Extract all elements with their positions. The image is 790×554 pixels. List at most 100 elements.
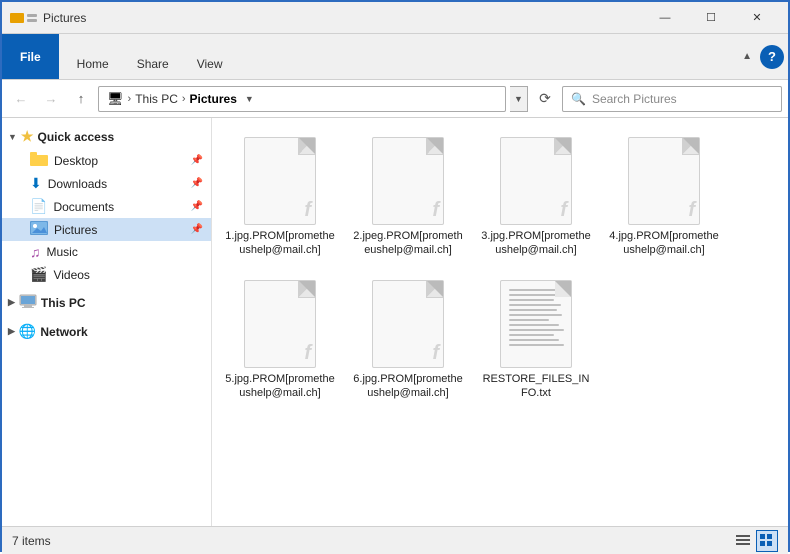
sidebar-item-videos[interactable]: 🎬 Videos [2,263,211,286]
file-icon-wrapper: f [372,137,444,225]
file-name: 3.jpg.PROM[prometheushelp@mail.ch] [481,229,591,258]
sidebar-item-desktop[interactable]: Desktop 📌 [2,149,211,172]
address-path[interactable]: 🖥 › This PC › Pictures ▼ [98,86,506,112]
file-list: f 1.jpg.PROM[prometheushelp@mail.ch] f 2… [212,118,788,526]
videos-icon: 🎬 [30,266,47,283]
doc-file-icon: f [372,280,444,368]
item-count: 7 items [12,534,51,548]
search-box[interactable]: 🔍 Search Pictures [562,86,782,112]
search-placeholder: Search Pictures [592,92,677,106]
doc-file-icon: f [500,137,572,225]
watermark: f [432,199,439,222]
sidebar-item-label: Desktop [54,154,98,168]
expand-icon: ▶ [8,297,15,308]
file-icon-wrapper: f [372,280,444,368]
refresh-button[interactable]: ⟳ [532,86,558,112]
folder-icon [30,152,48,169]
maximize-button[interactable]: ☐ [688,2,734,34]
file-icon-wrapper: f [244,137,316,225]
path-crumb-pictures[interactable]: Pictures [190,92,237,106]
help-button[interactable]: ? [760,45,784,69]
ribbon-tabs: Home Share View [59,34,241,79]
file-name: 1.jpg.PROM[prometheushelp@mail.ch] [225,229,335,258]
file-item[interactable]: f 2.jpeg.PROM[prometheushelp@mail.ch] [348,130,468,265]
title-bar: Pictures — ☐ ✕ [2,2,788,34]
view-mode-buttons [732,530,778,552]
minimize-button[interactable]: — [642,2,688,34]
watermark: f [560,199,567,222]
doc-file-icon: f [244,280,316,368]
pin-icon: 📌 [191,178,203,189]
path-crumb-thispc[interactable]: This PC [135,92,178,106]
file-name: 6.jpg.PROM[prometheushelp@mail.ch] [353,372,463,401]
sidebar-section-quickaccess[interactable]: ▼ ★ Quick access [2,124,211,149]
thispc-icon [19,294,37,311]
up-button[interactable]: ↑ [68,86,94,112]
address-dropdown-button[interactable]: ▼ [510,86,528,112]
window-icon [10,13,37,23]
sidebar-item-music[interactable]: ♫ Music [2,241,211,263]
file-item[interactable]: RESTORE_FILES_INFO.txt [476,273,596,408]
sidebar: ▼ ★ Quick access Desktop 📌 ⬇ Downloads 📌… [2,118,212,526]
tab-view[interactable]: View [183,51,237,79]
watermark: f [304,342,311,365]
ribbon-collapse-icon[interactable]: ▲ [738,47,756,66]
doc-file-icon: f [372,137,444,225]
file-item[interactable]: f 4.jpg.PROM[prometheushelp@mail.ch] [604,130,724,265]
file-name: 5.jpg.PROM[prometheushelp@mail.ch] [225,372,335,401]
txt-file-icon [500,280,572,368]
file-icon-wrapper: f [244,280,316,368]
large-icon-view-button[interactable] [756,530,778,552]
file-item[interactable]: f 6.jpg.PROM[prometheushelp@mail.ch] [348,273,468,408]
documents-icon: 📄 [30,198,47,215]
music-icon: ♫ [30,244,41,260]
close-button[interactable]: ✕ [734,2,780,34]
sidebar-item-label: Videos [53,268,89,282]
watermark: f [688,199,695,222]
watermark: f [304,199,311,222]
file-name: RESTORE_FILES_INFO.txt [481,372,591,401]
network-icon: 🌐 [19,323,36,340]
ribbon: File Home Share View ▲ ? [2,34,788,80]
pictures-icon [30,221,48,238]
quickaccess-label: Quick access [37,130,114,144]
path-dropdown-icon: ▼ [245,94,254,104]
sidebar-item-documents[interactable]: 📄 Documents 📌 [2,195,211,218]
sidebar-item-pictures[interactable]: Pictures 📌 [2,218,211,241]
downloads-icon: ⬇ [30,175,42,192]
file-menu-button[interactable]: File [2,34,59,79]
sidebar-section-network[interactable]: ▶ 🌐 Network [2,319,211,344]
main-area: ▼ ★ Quick access Desktop 📌 ⬇ Downloads 📌… [2,118,788,526]
file-name: 4.jpg.PROM[prometheushelp@mail.ch] [609,229,719,258]
window-controls: — ☐ ✕ [642,2,780,34]
watermark: f [432,342,439,365]
file-name: 2.jpeg.PROM[prometheushelp@mail.ch] [353,229,463,258]
file-item[interactable]: f 1.jpg.PROM[prometheushelp@mail.ch] [220,130,340,265]
ribbon-right: ▲ ? [738,34,788,79]
file-item[interactable]: f 5.jpg.PROM[prometheushelp@mail.ch] [220,273,340,408]
thispc-label: This PC [41,296,86,310]
expand-icon: ▼ [8,132,17,142]
pin-icon: 📌 [191,155,203,166]
back-button[interactable]: ← [8,86,34,112]
file-icon-wrapper: f [500,137,572,225]
tab-share[interactable]: Share [123,51,183,79]
forward-button[interactable]: → [38,86,64,112]
sidebar-section-thispc[interactable]: ▶ This PC [2,290,211,315]
address-bar: ← → ↑ 🖥 › This PC › Pictures ▼ ▼ ⟳ 🔍 Sea… [2,80,788,118]
expand-icon: ▶ [8,326,15,337]
status-bar: 7 items [2,526,788,554]
tab-home[interactable]: Home [63,51,123,79]
sidebar-item-label: Documents [53,200,114,214]
file-icon-wrapper [500,280,572,368]
sidebar-item-label: Pictures [54,223,97,237]
pin-icon: 📌 [191,224,203,235]
sidebar-item-label: Music [47,245,78,259]
file-item[interactable]: f 3.jpg.PROM[prometheushelp@mail.ch] [476,130,596,265]
sidebar-item-downloads[interactable]: ⬇ Downloads 📌 [2,172,211,195]
path-icon: 🖥 [107,91,124,107]
sidebar-item-label: Downloads [48,177,107,191]
list-view-button[interactable] [732,530,754,552]
doc-file-icon: f [244,137,316,225]
search-icon: 🔍 [571,92,586,106]
